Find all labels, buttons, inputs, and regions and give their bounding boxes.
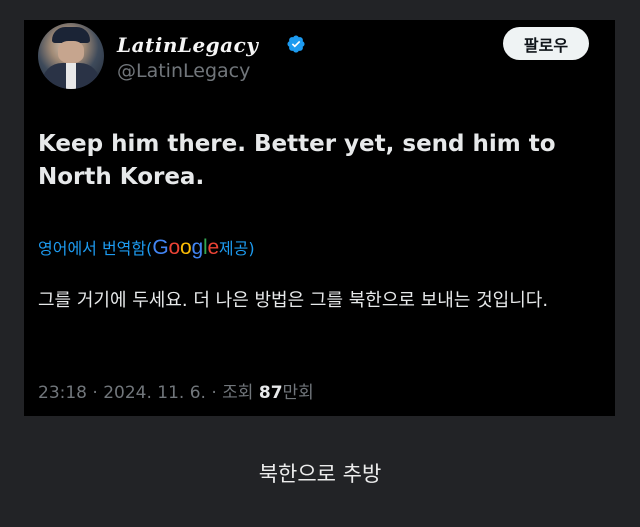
avatar[interactable] bbox=[38, 23, 104, 89]
tweet-time[interactable]: 23:18 bbox=[38, 383, 87, 403]
meta-separator: · bbox=[205, 383, 223, 403]
avatar-stripe bbox=[66, 63, 76, 89]
google-logo: Google bbox=[152, 236, 219, 259]
follow-button[interactable]: 팔로우 bbox=[503, 27, 589, 60]
post-caption: 북한으로 추방 bbox=[258, 462, 382, 486]
user-handle[interactable]: @LatinLegacy bbox=[117, 60, 250, 82]
verified-badge-icon bbox=[287, 35, 305, 53]
tweet-text: Keep him there. Better yet, send him to … bbox=[38, 131, 556, 190]
translated-text: 그를 거기에 두세요. 더 나은 방법은 그를 북한으로 보내는 것입니다. bbox=[38, 290, 549, 311]
views-count: 87 bbox=[258, 383, 283, 403]
meta-separator: · bbox=[87, 383, 104, 403]
translate-suffix: 제공) bbox=[218, 239, 255, 258]
display-name[interactable]: LatinLegacy bbox=[117, 33, 258, 57]
views-unit: 만회 bbox=[282, 383, 314, 403]
translate-label: 영어에서 번역함( bbox=[38, 239, 153, 258]
avatar-face bbox=[58, 41, 84, 63]
tweet-meta: 23:18 · 2024. 11. 6. · 조회 87만회 bbox=[38, 378, 314, 403]
views-label: 조회 bbox=[222, 383, 254, 403]
tweet-card: LatinLegacy @LatinLegacy 팔로우 Keep him th… bbox=[24, 20, 615, 416]
translation-attribution[interactable]: 영어에서 번역함( Google 제공) bbox=[38, 235, 255, 260]
tweet-date[interactable]: 2024. 11. 6. bbox=[103, 383, 206, 403]
